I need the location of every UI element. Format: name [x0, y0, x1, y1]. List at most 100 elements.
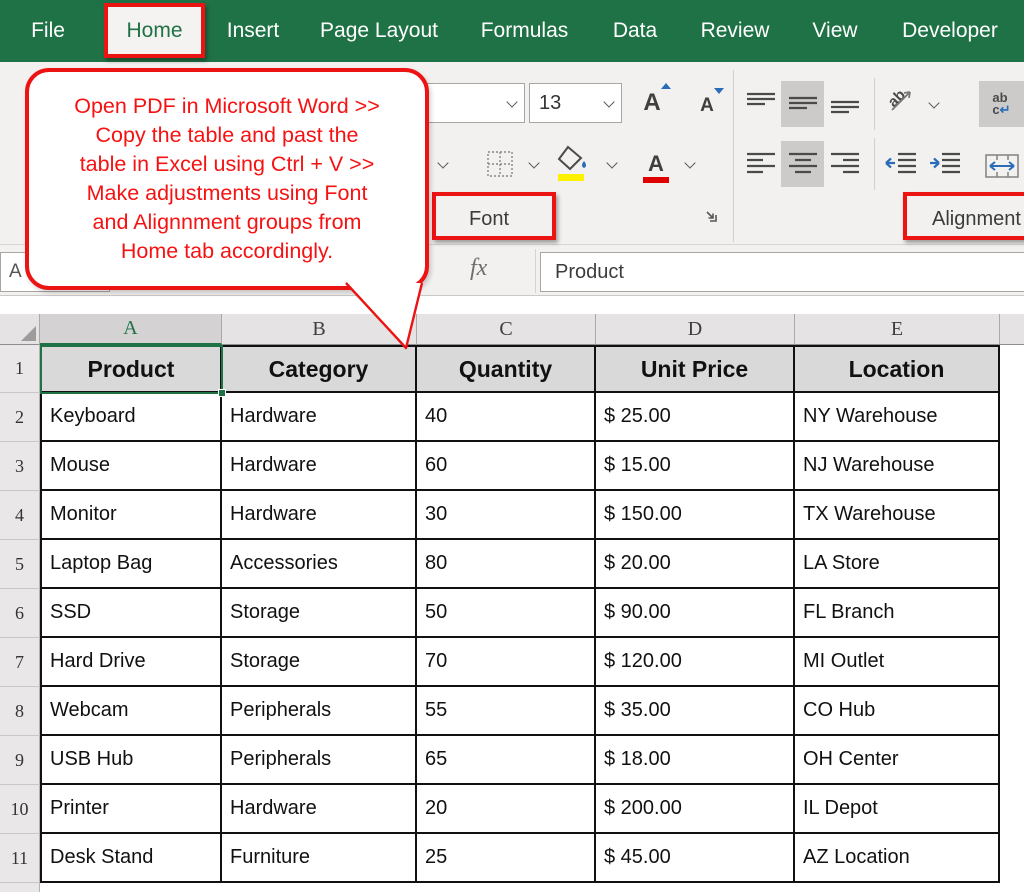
column-header-a[interactable]: A	[40, 314, 222, 345]
cell[interactable]: Peripherals	[222, 687, 417, 736]
cell[interactable]: 60	[417, 442, 596, 491]
cell[interactable]: 70	[417, 638, 596, 687]
cell[interactable]: 40	[417, 393, 596, 442]
select-all-corner[interactable]	[0, 314, 40, 345]
tab-review[interactable]: Review	[698, 0, 772, 62]
cell[interactable]: Peripherals	[222, 736, 417, 785]
tab-data[interactable]: Data	[608, 0, 662, 62]
row-header[interactable]: 4	[0, 491, 40, 540]
tab-developer[interactable]: Developer	[891, 0, 1009, 62]
cell[interactable]: USB Hub	[40, 736, 222, 785]
cell[interactable]: $ 90.00	[596, 589, 795, 638]
cell[interactable]: Hard Drive	[40, 638, 222, 687]
increase-indent-button[interactable]	[926, 144, 964, 184]
orientation-dropdown-chevron-icon[interactable]	[928, 98, 940, 110]
decrease-indent-button[interactable]	[882, 144, 920, 184]
chevron-down-icon[interactable]	[506, 97, 518, 109]
align-right-button[interactable]	[828, 144, 862, 184]
tab-home-active-annotation[interactable]: Home	[104, 3, 205, 58]
cell[interactable]: SSD	[40, 589, 222, 638]
cell[interactable]: Storage	[222, 589, 417, 638]
cell[interactable]: CO Hub	[795, 687, 1000, 736]
cell[interactable]: Printer	[40, 785, 222, 834]
cell-b1[interactable]: Category	[222, 345, 417, 393]
insert-function-icon[interactable]: fx	[470, 255, 487, 282]
font-size-combobox[interactable]: 13	[529, 83, 622, 123]
cell[interactable]: IL Depot	[795, 785, 1000, 834]
underline-dropdown-chevron-icon[interactable]	[437, 158, 449, 170]
wrap-text-button[interactable]: ab c↵	[979, 81, 1024, 127]
column-header-c[interactable]: C	[417, 314, 596, 345]
cell-e1[interactable]: Location	[795, 345, 1000, 393]
fill-color-dropdown-chevron-icon[interactable]	[606, 158, 618, 170]
cell[interactable]: 20	[417, 785, 596, 834]
middle-align-button[interactable]	[781, 81, 824, 127]
cell[interactable]: MI Outlet	[795, 638, 1000, 687]
column-header-e[interactable]: E	[795, 314, 1000, 345]
borders-button[interactable]	[482, 146, 518, 182]
row-header[interactable]: 8	[0, 687, 40, 736]
align-left-button[interactable]	[744, 144, 778, 184]
center-button[interactable]	[781, 141, 824, 187]
column-header-b[interactable]: B	[222, 314, 417, 345]
cell[interactable]: Furniture	[222, 834, 417, 883]
cell[interactable]: $ 150.00	[596, 491, 795, 540]
cell[interactable]: Keyboard	[40, 393, 222, 442]
cell[interactable]: $ 18.00	[596, 736, 795, 785]
row-header[interactable]: 5	[0, 540, 40, 589]
row-header[interactable]: 10	[0, 785, 40, 834]
cell[interactable]: Mouse	[40, 442, 222, 491]
fill-color-button[interactable]	[552, 142, 596, 186]
top-align-button[interactable]	[744, 84, 778, 124]
chevron-down-icon[interactable]	[603, 97, 615, 109]
cell[interactable]: $ 25.00	[596, 393, 795, 442]
cell[interactable]: Desk Stand	[40, 834, 222, 883]
row-header[interactable]: 3	[0, 442, 40, 491]
cell[interactable]: FL Branch	[795, 589, 1000, 638]
cell[interactable]: Hardware	[222, 491, 417, 540]
merge-center-button[interactable]	[979, 146, 1024, 186]
cell[interactable]: 50	[417, 589, 596, 638]
cell[interactable]: 80	[417, 540, 596, 589]
shrink-font-button[interactable]: A	[690, 87, 724, 122]
cell-a1[interactable]: Product	[40, 345, 222, 393]
column-header-f[interactable]	[1000, 314, 1024, 345]
cell[interactable]: 65	[417, 736, 596, 785]
cell[interactable]: Laptop Bag	[40, 540, 222, 589]
cell[interactable]: AZ Location	[795, 834, 1000, 883]
cell[interactable]: $ 120.00	[596, 638, 795, 687]
cell[interactable]: $ 45.00	[596, 834, 795, 883]
tab-formulas[interactable]: Formulas	[477, 0, 572, 62]
cell[interactable]: Hardware	[222, 393, 417, 442]
bottom-align-button[interactable]	[828, 84, 862, 124]
cell[interactable]: NY Warehouse	[795, 393, 1000, 442]
font-dialog-launcher[interactable]	[700, 205, 722, 227]
tab-insert[interactable]: Insert	[224, 0, 282, 62]
font-color-button[interactable]: A	[636, 144, 676, 184]
cell[interactable]: TX Warehouse	[795, 491, 1000, 540]
cell[interactable]: NJ Warehouse	[795, 442, 1000, 491]
cell[interactable]: Accessories	[222, 540, 417, 589]
cell[interactable]: Webcam	[40, 687, 222, 736]
cell-c1[interactable]: Quantity	[417, 345, 596, 393]
row-header[interactable]: 7	[0, 638, 40, 687]
cell[interactable]: $ 200.00	[596, 785, 795, 834]
cell-d1[interactable]: Unit Price	[596, 345, 795, 393]
cell[interactable]: Hardware	[222, 442, 417, 491]
cell[interactable]: $ 15.00	[596, 442, 795, 491]
cell[interactable]: 25	[417, 834, 596, 883]
cell[interactable]: 55	[417, 687, 596, 736]
row-header[interactable]: 2	[0, 393, 40, 442]
font-color-dropdown-chevron-icon[interactable]	[684, 158, 696, 170]
column-header-d[interactable]: D	[596, 314, 795, 345]
cell[interactable]: Storage	[222, 638, 417, 687]
formula-input[interactable]: Product	[540, 252, 1024, 292]
font-name-combobox[interactable]	[415, 83, 525, 123]
orientation-button[interactable]: ab	[884, 84, 918, 116]
cell[interactable]: OH Center	[795, 736, 1000, 785]
cell[interactable]: 30	[417, 491, 596, 540]
borders-dropdown-chevron-icon[interactable]	[528, 158, 540, 170]
grow-font-button[interactable]: A	[634, 83, 671, 122]
cell[interactable]: $ 35.00	[596, 687, 795, 736]
row-header[interactable]: 9	[0, 736, 40, 785]
